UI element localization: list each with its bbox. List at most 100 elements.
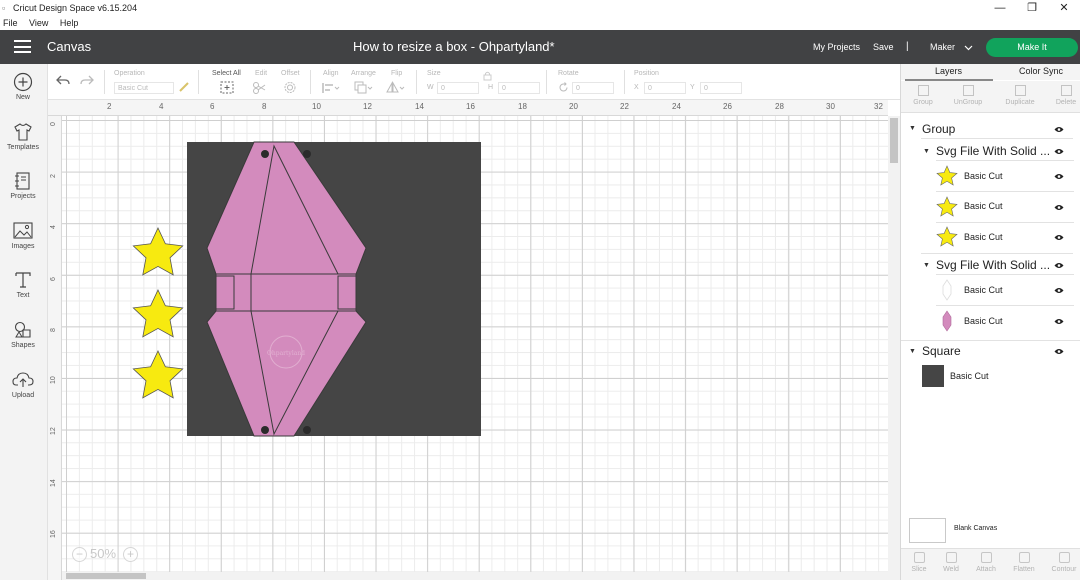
height-input[interactable]: 0	[498, 82, 540, 94]
caret-down-icon[interactable]: ▼	[923, 148, 930, 155]
sidebar-item-upload[interactable]: Upload	[0, 370, 46, 399]
delete-button[interactable]: Delete	[1048, 85, 1080, 106]
layer-item-basic-cut[interactable]: Basic Cut	[964, 171, 1003, 181]
lock-icon[interactable]	[483, 71, 492, 81]
duplicate-button[interactable]: Duplicate	[1002, 85, 1038, 106]
star-shape[interactable]	[132, 227, 184, 276]
layer-actions: Group UnGroup Duplicate Delete	[901, 81, 1080, 113]
ruler-tick-label: 10	[312, 102, 321, 111]
ruler-tick-label: 2	[50, 174, 57, 178]
sidebar-item-shapes[interactable]: Shapes	[0, 320, 46, 349]
pen-icon[interactable]	[178, 81, 190, 93]
vertical-scroll-thumb[interactable]	[890, 118, 898, 163]
star-shape[interactable]	[132, 289, 184, 338]
offset-icon[interactable]	[283, 81, 297, 94]
contour-button[interactable]: Contour	[1046, 552, 1080, 573]
slice-button[interactable]: Slice	[901, 552, 937, 573]
layer-square[interactable]: Square	[922, 344, 961, 358]
eye-icon[interactable]	[1054, 262, 1064, 269]
sidebar-item-label: Projects	[10, 193, 36, 200]
my-projects-link[interactable]: My Projects	[813, 42, 860, 52]
layer-item-basic-cut[interactable]: Basic Cut	[964, 285, 1003, 295]
sidebar-item-projects[interactable]: Projects	[0, 171, 46, 200]
hamburger-menu-icon[interactable]	[14, 40, 31, 53]
rotate-value: 0	[576, 85, 580, 92]
tab-layers[interactable]: Layers	[935, 66, 962, 76]
ruler-tick-label: 2	[107, 102, 112, 111]
slice-icon	[913, 552, 925, 563]
eye-icon[interactable]	[1054, 173, 1064, 180]
horizontal-scroll-thumb[interactable]	[66, 573, 146, 579]
vertical-scrollbar[interactable]	[888, 116, 900, 580]
ruler-tick-label: 16	[50, 530, 57, 538]
layer-divider	[921, 138, 1073, 139]
menu-view[interactable]: View	[29, 18, 48, 28]
layer-item-basic-cut[interactable]: Basic Cut	[964, 201, 1003, 211]
sidebar-item-new[interactable]: New	[0, 72, 46, 101]
edit-scissors-icon[interactable]	[252, 81, 268, 94]
eye-icon[interactable]	[1054, 126, 1064, 133]
width-input[interactable]: 0	[437, 82, 479, 94]
zoom-out-button[interactable]: −	[72, 547, 87, 562]
header-separator: |	[906, 41, 909, 52]
attach-button[interactable]: Attach	[968, 552, 1004, 573]
sidebar-item-images[interactable]: Images	[0, 221, 46, 250]
flip-label: Flip	[391, 70, 403, 77]
arrange-icon[interactable]	[354, 81, 374, 94]
eye-icon[interactable]	[1054, 234, 1064, 241]
eye-icon[interactable]	[1054, 318, 1064, 325]
rotate-icon[interactable]	[558, 82, 569, 93]
minimize-button[interactable]: —	[984, 0, 1016, 16]
sidebar-item-text[interactable]: Text	[0, 270, 46, 299]
project-title[interactable]: How to resize a box - Ohpartyland*	[353, 39, 555, 54]
layer-item-basic-cut[interactable]: Basic Cut	[964, 232, 1003, 242]
operation-select[interactable]: Basic Cut	[114, 82, 174, 94]
save-button[interactable]: Save	[873, 42, 894, 52]
layer-group[interactable]: Group	[922, 122, 955, 136]
box-band-panel	[215, 273, 357, 312]
weld-button[interactable]: Weld	[933, 552, 969, 573]
horizontal-scrollbar[interactable]	[62, 572, 888, 580]
flip-icon[interactable]	[386, 81, 406, 94]
sidebar-item-label: Upload	[11, 392, 35, 399]
operation-value: Basic Cut	[118, 85, 148, 92]
blank-canvas-swatch[interactable]	[909, 518, 946, 543]
restore-button[interactable]: ❐	[1016, 0, 1048, 16]
sidebar-item-templates[interactable]: Templates	[0, 122, 46, 151]
design-canvas[interactable]: Ohpartyland	[62, 116, 888, 574]
position-x-input[interactable]: 0	[644, 82, 686, 94]
menu-file[interactable]: File	[3, 18, 18, 28]
menu-help[interactable]: Help	[60, 18, 79, 28]
caret-down-icon[interactable]: ▼	[909, 125, 916, 132]
ungroup-icon	[962, 85, 974, 96]
group-button[interactable]: Group	[905, 85, 941, 106]
tab-color-sync[interactable]: Color Sync	[1019, 66, 1063, 76]
contour-icon	[1058, 552, 1070, 563]
caret-down-icon[interactable]: ▼	[909, 348, 916, 355]
caret-down-icon[interactable]: ▼	[923, 262, 930, 269]
menu-bar: File View Help	[0, 16, 1080, 30]
position-y-input[interactable]: 0	[700, 82, 742, 94]
machine-select[interactable]: Maker	[930, 42, 973, 52]
layer-divider	[936, 160, 1074, 161]
undo-icon[interactable]	[56, 74, 70, 86]
select-all-icon[interactable]	[220, 81, 234, 94]
align-icon[interactable]	[322, 82, 340, 94]
layer-svg-group-1[interactable]: Svg File With Solid ...	[936, 144, 1050, 158]
rotate-input[interactable]: 0	[572, 82, 614, 94]
redo-icon[interactable]	[80, 74, 94, 86]
ungroup-button[interactable]: UnGroup	[950, 85, 986, 106]
eye-icon[interactable]	[1054, 287, 1064, 294]
layer-svg-group-2[interactable]: Svg File With Solid ...	[936, 258, 1050, 272]
star-shape[interactable]	[132, 350, 184, 399]
zoom-in-button[interactable]: +	[123, 547, 138, 562]
eye-icon[interactable]	[1054, 148, 1064, 155]
layer-item-basic-cut[interactable]: Basic Cut	[950, 371, 989, 381]
close-button[interactable]: ✕	[1048, 0, 1080, 16]
eye-icon[interactable]	[1054, 348, 1064, 355]
make-it-button[interactable]: Make It	[986, 38, 1078, 57]
ruler-tick-label: 14	[50, 479, 57, 487]
layer-item-basic-cut[interactable]: Basic Cut	[964, 316, 1003, 326]
eye-icon[interactable]	[1054, 204, 1064, 211]
flatten-button[interactable]: Flatten	[1006, 552, 1042, 573]
